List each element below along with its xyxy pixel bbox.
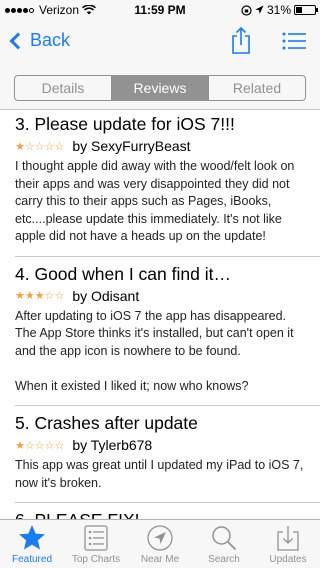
tab-near-me[interactable]: Near Me xyxy=(128,520,192,568)
tab-search[interactable]: Search xyxy=(192,520,256,568)
back-button[interactable]: Back xyxy=(8,30,70,51)
star-rating: ★☆☆☆☆ xyxy=(15,140,65,153)
review-paragraph: This app was great until I updated my iP… xyxy=(15,458,304,490)
rotation-lock-icon xyxy=(241,4,252,16)
review-title: 5. Crashes after update xyxy=(15,413,198,433)
download-icon xyxy=(277,526,299,551)
review-paragraph: After updating to iOS 7 the app has disa… xyxy=(15,308,294,358)
review-item: 4. Good when I can find it… ★★★☆☆ by Odi… xyxy=(15,263,320,406)
divider xyxy=(15,255,320,257)
chevron-left-icon xyxy=(9,32,27,49)
tab-label: Near Me xyxy=(140,554,180,565)
divider xyxy=(15,405,320,406)
review-author[interactable]: by SexyFurryBeast xyxy=(72,138,190,154)
tab-reviews[interactable]: Reviews xyxy=(112,76,209,100)
segment-bar: Details Reviews Related xyxy=(0,64,320,110)
back-label: Back xyxy=(30,30,71,50)
review-title: 3. Please update for iOS 7!!! xyxy=(15,114,235,134)
tab-bar: Featured Top Charts Near Me Search Updat… xyxy=(0,519,320,568)
search-icon xyxy=(212,526,237,551)
list-icon[interactable] xyxy=(282,32,306,50)
navigation-bar: Back xyxy=(0,20,320,64)
review-meta: ★☆☆☆☆ by SexyFurryBeast xyxy=(15,138,310,154)
status-bar: Verizon 11:59 PM 31% xyxy=(0,0,320,20)
review-meta: ★☆☆☆☆ by Tylerb678 xyxy=(15,437,310,453)
tab-label: Search xyxy=(208,554,240,565)
reviews-list[interactable]: 3. Please update for iOS 7!!! ★☆☆☆☆ by S… xyxy=(0,111,320,519)
share-icon[interactable] xyxy=(230,26,252,54)
review-item: 5. Crashes after update ★☆☆☆☆ by Tylerb6… xyxy=(15,412,320,503)
review-title: 6. PLEASE FIX! xyxy=(15,509,310,519)
list-icon xyxy=(84,525,108,551)
tab-related[interactable]: Related xyxy=(209,76,305,100)
review-author[interactable]: by Odisant xyxy=(72,288,139,304)
review-author[interactable]: by Tylerb678 xyxy=(72,437,152,453)
review-paragraph: I thought apple did away with the wood/f… xyxy=(15,159,295,243)
compass-icon xyxy=(147,525,173,551)
tab-label: Featured xyxy=(11,554,53,565)
review-body: I thought apple did away with the wood/f… xyxy=(15,158,310,246)
segmented-control: Details Reviews Related xyxy=(14,75,306,101)
star-icon xyxy=(19,525,45,550)
tab-top-charts[interactable]: Top Charts xyxy=(64,520,128,568)
review-meta: ★★★☆☆ by Odisant xyxy=(15,288,310,304)
review-body: After updating to iOS 7 the app has disa… xyxy=(15,308,310,396)
tab-featured[interactable]: Featured xyxy=(0,520,64,568)
tab-label: Top Charts xyxy=(71,554,121,565)
review-title: 4. Good when I can find it… xyxy=(15,263,231,284)
tab-details[interactable]: Details xyxy=(15,76,112,100)
battery-icon xyxy=(294,5,318,15)
review-item: 6. PLEASE FIX! xyxy=(15,509,310,519)
tab-updates[interactable]: Updates xyxy=(256,520,320,568)
status-right: 31% xyxy=(241,3,318,17)
battery-percent: 31% xyxy=(266,3,291,17)
divider xyxy=(15,502,320,503)
star-rating: ★★★☆☆ xyxy=(15,290,65,302)
review-body: This app was great until I updated my iP… xyxy=(15,457,310,492)
location-arrow-icon xyxy=(255,5,264,14)
star-rating: ★☆☆☆☆ xyxy=(15,439,65,452)
tab-label: Updates xyxy=(269,554,307,565)
review-paragraph: When it existed I liked it; now who know… xyxy=(15,378,249,393)
review-item: 3. Please update for iOS 7!!! ★☆☆☆☆ by S… xyxy=(15,113,320,257)
